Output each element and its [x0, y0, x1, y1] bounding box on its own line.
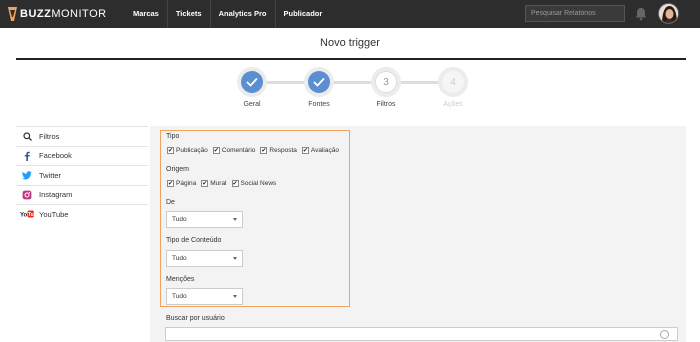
- search-icon: [20, 131, 34, 141]
- sidebar-item-label: Filtros: [39, 131, 60, 141]
- checkbox-social-news[interactable]: ✔ Social News: [231, 180, 277, 187]
- step-acoes: 4: [438, 67, 468, 97]
- step-geral[interactable]: [237, 67, 267, 97]
- sidebar-item-twitter[interactable]: Twitter: [16, 165, 148, 185]
- checkbox-avaliacao[interactable]: ✔ Avaliação: [301, 147, 339, 154]
- checkbox-label: Página: [176, 180, 197, 187]
- de-select[interactable]: Tudo: [166, 211, 243, 228]
- chevron-down-icon: [233, 257, 237, 260]
- checkbox-label: Mural: [210, 180, 227, 187]
- nav-publicador[interactable]: Publicador: [274, 0, 331, 28]
- checkbox-checked-icon: ✔: [212, 147, 220, 154]
- sidebar-item-instagram[interactable]: Instagram: [16, 184, 148, 205]
- filter-label-tipo: Tipo: [166, 133, 180, 140]
- step-connector: [266, 81, 306, 84]
- buscar-usuario-input[interactable]: [165, 327, 678, 341]
- tipo-conteudo-select[interactable]: Tudo: [166, 250, 243, 267]
- avatar-photo-icon: [659, 4, 678, 23]
- chevron-down-icon: [233, 218, 237, 221]
- top-navbar: BUZZMONITOR Marcas Tickets Analytics Pro…: [0, 0, 700, 28]
- mencoes-select[interactable]: Tudo: [166, 288, 243, 305]
- page-title: Novo trigger: [320, 37, 380, 49]
- main-nav: Marcas Tickets Analytics Pro Publicador: [125, 0, 330, 28]
- twitter-icon: [20, 170, 34, 180]
- brand-name: BUZZMONITOR: [20, 8, 107, 20]
- checkbox-checked-icon: ✔: [167, 180, 174, 187]
- sidebar-item-youtube[interactable]: You Tu YouTube: [16, 204, 148, 224]
- step-label-fontes: Fontes: [308, 101, 330, 108]
- checkbox-label: Publicação: [176, 147, 208, 154]
- checkbox-label: Resposta: [269, 147, 297, 154]
- tipo-checkbox-group: ✔ Publicação ✔ Comentário ✔ Resposta ✔ Avali…: [167, 147, 344, 154]
- info-icon[interactable]: [660, 330, 669, 339]
- step-number: 4: [442, 71, 464, 93]
- step-connector: [400, 81, 440, 84]
- checkbox-publicacao[interactable]: ✔ Publicação: [167, 147, 208, 154]
- search-reports-input[interactable]: [525, 5, 625, 22]
- step-number: 3: [375, 71, 397, 93]
- nav-tickets[interactable]: Tickets: [166, 0, 210, 28]
- step-fontes[interactable]: [304, 67, 334, 97]
- check-icon: [246, 77, 258, 87]
- checkbox-checked-icon: ✔: [301, 147, 309, 154]
- chevron-down-icon: [233, 295, 237, 298]
- facebook-icon: [20, 151, 34, 161]
- svg-text:Tu: Tu: [28, 212, 34, 218]
- origem-checkbox-group: ✔ Página ✔ Mural ✔ Social News: [167, 180, 281, 187]
- checkbox-comentario[interactable]: ✔ Comentário: [212, 147, 256, 154]
- sidebar-item-label: Instagram: [39, 190, 73, 200]
- checkbox-label: Avaliação: [310, 147, 339, 154]
- brand-logo[interactable]: BUZZMONITOR: [8, 6, 107, 22]
- check-icon: [313, 77, 325, 87]
- youtube-icon: You Tu: [20, 209, 34, 219]
- step-label-acoes: Ações: [443, 101, 463, 108]
- nav-marcas[interactable]: Marcas: [125, 0, 167, 28]
- title-divider: [16, 58, 686, 60]
- sidebar-item-label: Facebook: [39, 151, 72, 161]
- checkbox-label: Social News: [240, 180, 277, 187]
- sidebar-item-label: Twitter: [39, 170, 62, 180]
- sidebar-item-label: YouTube: [39, 209, 69, 219]
- instagram-icon: [20, 190, 34, 200]
- filter-label-tipo-conteudo: Tipo de Conteúdo: [166, 237, 222, 244]
- checkbox-checked-icon: ✔: [260, 147, 268, 154]
- checkbox-checked-icon: ✔: [167, 147, 174, 154]
- checkbox-checked-icon: ✔: [201, 180, 209, 187]
- checkbox-mural[interactable]: ✔ Mural: [201, 180, 227, 187]
- select-value: Tudo: [172, 216, 187, 223]
- checkbox-pagina[interactable]: ✔ Página: [167, 180, 196, 187]
- step-connector: [333, 81, 373, 84]
- app-root: BUZZMONITOR Marcas Tickets Analytics Pro…: [0, 0, 700, 342]
- checkbox-label: Comentário: [221, 147, 256, 154]
- select-value: Tudo: [172, 255, 187, 262]
- filter-label-mencoes: Menções: [166, 276, 195, 283]
- step-filtros[interactable]: 3: [371, 67, 401, 97]
- bell-icon[interactable]: [634, 7, 648, 21]
- sidebar-item-filtros[interactable]: Filtros: [16, 126, 148, 146]
- user-avatar[interactable]: [658, 3, 679, 24]
- checkbox-checked-icon: ✔: [231, 180, 239, 187]
- select-value: Tudo: [172, 293, 187, 300]
- nav-analytics-pro[interactable]: Analytics Pro: [209, 0, 275, 28]
- source-sidebar: Filtros Facebook Twitter Instagram You Tu…: [16, 126, 148, 224]
- filter-label-de: De: [166, 199, 175, 206]
- filter-label-origem: Origem: [166, 166, 189, 173]
- checkbox-resposta[interactable]: ✔ Resposta: [260, 147, 297, 154]
- step-label-filtros: Filtros: [376, 101, 396, 108]
- buscar-usuario-label: Buscar por usuário: [166, 315, 225, 322]
- step-label-geral: Geral: [243, 101, 261, 108]
- logo-icon: [8, 7, 17, 21]
- sidebar-item-facebook[interactable]: Facebook: [16, 145, 148, 166]
